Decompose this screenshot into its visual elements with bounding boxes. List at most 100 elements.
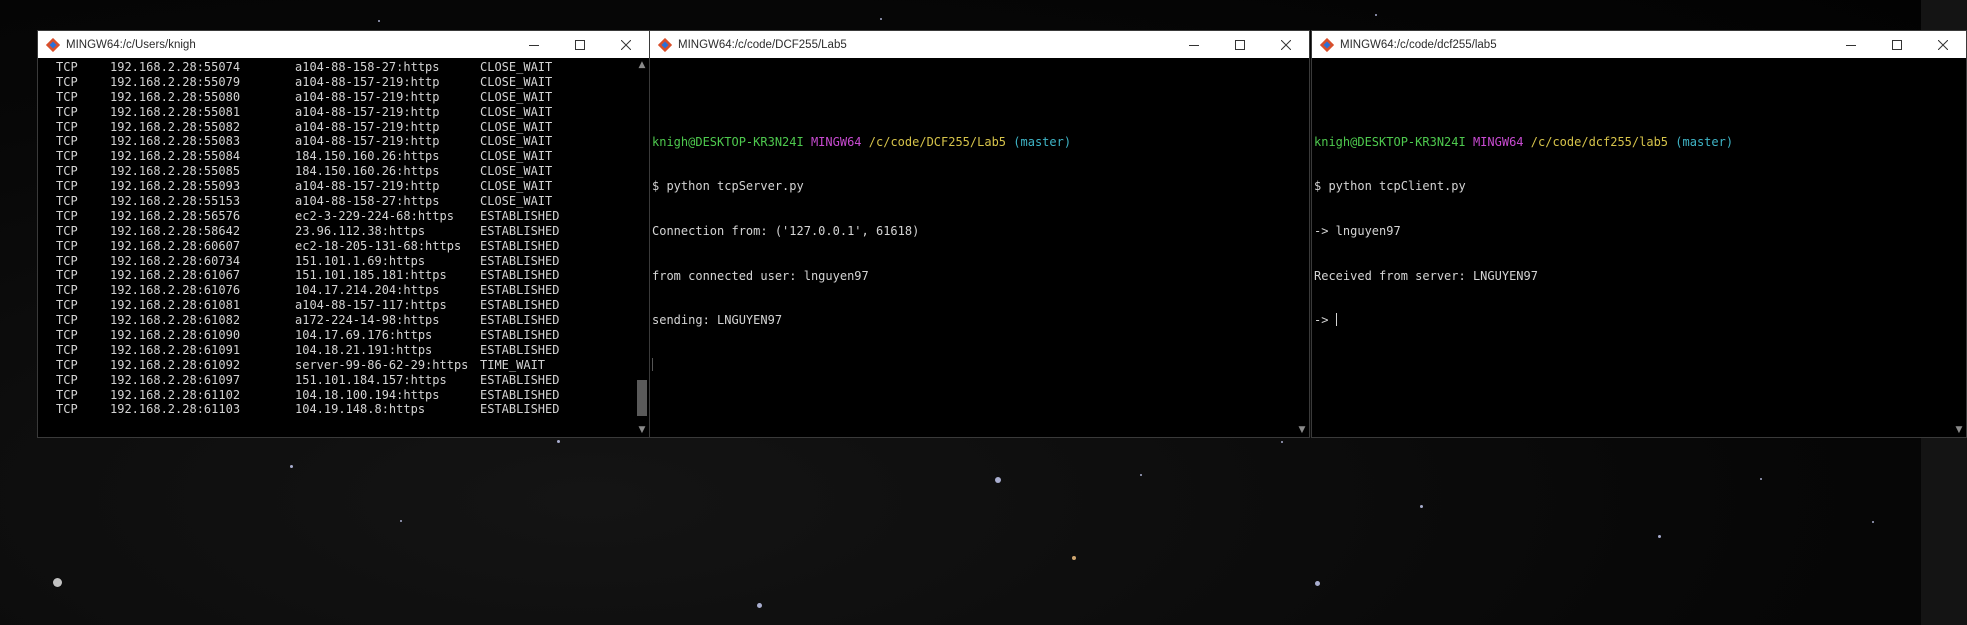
netstat-proto: TCP — [56, 283, 78, 298]
netstat-local-address: 192.168.2.28:55081 — [110, 104, 241, 119]
terminal-output[interactable]: TCP 192.168.2.28:55074 a104-88-158-27:http… — [38, 58, 635, 437]
netstat-foreign-address: a104-88-157-219:http — [295, 134, 440, 149]
netstat-row: TCP 192.168.2.28:61076 104.17.214.204:http… — [38, 283, 635, 298]
netstat-proto: TCP — [56, 402, 78, 417]
minimize-button[interactable] — [511, 31, 557, 58]
netstat-state: ESTABLISHED — [480, 372, 560, 387]
netstat-state: TIME_WAIT — [480, 357, 546, 372]
vertical-scrollbar[interactable]: ▼ — [1952, 58, 1966, 437]
netstat-proto: TCP — [56, 149, 78, 164]
netstat-row: TCP 192.168.2.28:61092 server-99-86-62-29:… — [38, 358, 635, 373]
background-star — [1375, 14, 1377, 16]
cursor-line — [652, 358, 1295, 373]
terminal-window-client[interactable]: MINGW64:/c/code/dcf255/lab5 knigh@DESKTO… — [1311, 30, 1967, 438]
netstat-state: ESTABLISHED — [480, 387, 560, 402]
netstat-state: CLOSE_WAIT — [480, 134, 553, 149]
minimize-icon — [1846, 44, 1856, 46]
background-star — [1760, 478, 1762, 480]
window-titlebar[interactable]: MINGW64:/c/code/DCF255/Lab5 — [650, 31, 1309, 58]
netstat-foreign-address: a172-224-14-98:https — [295, 313, 440, 328]
maximize-button[interactable] — [1874, 31, 1920, 58]
output-line: Connection from: ('127.0.0.1', 61618) — [652, 223, 920, 238]
netstat-state: CLOSE_WAIT — [480, 119, 553, 134]
netstat-proto: TCP — [56, 268, 78, 283]
vertical-scrollbar[interactable]: ▼ — [1295, 58, 1309, 437]
terminal-window-server[interactable]: MINGW64:/c/code/DCF255/Lab5 knigh@DESKTO… — [649, 30, 1310, 438]
prompt-branch: (master) — [1675, 134, 1734, 149]
maximize-button[interactable] — [1217, 31, 1263, 58]
close-button[interactable] — [1920, 31, 1966, 58]
netstat-proto: TCP — [56, 89, 78, 104]
scroll-down-arrow-icon[interactable]: ▼ — [1952, 423, 1966, 437]
netstat-state: ESTABLISHED — [480, 238, 560, 253]
netstat-proto: TCP — [56, 208, 78, 223]
netstat-row: TCP 192.168.2.28:61091 104.18.21.191:https… — [38, 343, 635, 358]
netstat-proto: TCP — [56, 104, 78, 119]
netstat-local-address: 192.168.2.28:55079 — [110, 74, 241, 89]
netstat-proto: TCP — [56, 60, 78, 74]
background-star — [1658, 535, 1661, 538]
netstat-foreign-address: 184.150.160.26:https — [295, 149, 440, 164]
netstat-foreign-address: ec2-3-229-224-68:https — [295, 208, 454, 223]
terminal-window-knigh[interactable]: MINGW64:/c/Users/knigh TCP 192.168.2.28:5… — [37, 30, 650, 438]
close-icon — [1938, 39, 1948, 50]
window-titlebar[interactable]: MINGW64:/c/code/dcf255/lab5 — [1312, 31, 1966, 58]
scrollbar-thumb[interactable] — [637, 380, 647, 416]
scroll-down-arrow-icon[interactable]: ▼ — [635, 423, 649, 437]
netstat-proto: TCP — [56, 387, 78, 402]
netstat-local-address: 192.168.2.28:55080 — [110, 89, 241, 104]
netstat-foreign-address: 23.96.112.38:https — [295, 223, 426, 238]
netstat-proto: TCP — [56, 238, 78, 253]
netstat-foreign-address: a104-88-157-219:http — [295, 74, 440, 89]
netstat-foreign-address: 104.18.100.194:https — [295, 387, 440, 402]
netstat-foreign-address: a104-88-157-219:http — [295, 104, 440, 119]
minimize-button[interactable] — [1828, 31, 1874, 58]
terminal-output[interactable]: knigh@DESKTOP-KR3N24I MINGW64 /c/code/DC… — [650, 58, 1295, 437]
input-line[interactable]: -> — [1314, 313, 1952, 328]
netstat-foreign-address: server-99-86-62-29:https — [295, 357, 469, 372]
netstat-state: CLOSE_WAIT — [480, 74, 553, 89]
terminal-output[interactable]: knigh@DESKTOP-KR3N24I MINGW64 /c/code/dc… — [1312, 58, 1952, 437]
maximize-icon — [575, 39, 585, 50]
scroll-down-arrow-icon[interactable]: ▼ — [1295, 423, 1309, 437]
window-title: MINGW64:/c/code/dcf255/lab5 — [1340, 38, 1497, 51]
close-icon — [1281, 39, 1291, 50]
minimize-button[interactable] — [1171, 31, 1217, 58]
netstat-foreign-address: a104-88-158-27:https — [295, 60, 440, 74]
netstat-local-address: 192.168.2.28:61082 — [110, 313, 241, 328]
netstat-proto: TCP — [56, 194, 78, 209]
netstat-local-address: 192.168.2.28:55093 — [110, 179, 241, 194]
close-button[interactable] — [603, 31, 649, 58]
prompt-shell: MINGW64 — [1472, 134, 1524, 149]
maximize-icon — [1892, 39, 1902, 50]
netstat-local-address: 192.168.2.28:60734 — [110, 253, 241, 268]
background-star — [1315, 581, 1320, 586]
netstat-foreign-address: 184.150.160.26:https — [295, 164, 440, 179]
scroll-up-arrow-icon[interactable]: ▲ — [635, 58, 649, 72]
netstat-foreign-address: 104.19.148.8:https — [295, 402, 426, 417]
close-button[interactable] — [1263, 31, 1309, 58]
background-star — [557, 440, 560, 443]
background-star — [1140, 474, 1142, 476]
netstat-state: ESTABLISHED — [480, 313, 560, 328]
netstat-state: CLOSE_WAIT — [480, 194, 553, 209]
maximize-button[interactable] — [557, 31, 603, 58]
netstat-proto: TCP — [56, 179, 78, 194]
netstat-row: TCP 192.168.2.28:56576 ec2-3-229-224-68:ht… — [38, 209, 635, 224]
netstat-state: ESTABLISHED — [480, 223, 560, 238]
netstat-state: CLOSE_WAIT — [480, 60, 553, 74]
window-titlebar[interactable]: MINGW64:/c/Users/knigh — [38, 31, 649, 58]
git-bash-icon — [1320, 37, 1334, 52]
netstat-state: CLOSE_WAIT — [480, 149, 553, 164]
minimize-icon — [529, 44, 539, 46]
netstat-row: TCP 192.168.2.28:60734 151.101.1.69:https E… — [38, 254, 635, 269]
netstat-state: ESTABLISHED — [480, 208, 560, 223]
netstat-row: TCP 192.168.2.28:55153 a104-88-158-27:http… — [38, 194, 635, 209]
netstat-local-address: 192.168.2.28:61081 — [110, 298, 241, 313]
netstat-row: TCP 192.168.2.28:55093 a104-88-157-219:htt… — [38, 179, 635, 194]
output-line: Received from server: LNGUYEN97 — [1314, 268, 1538, 283]
background-star — [400, 520, 402, 522]
netstat-row: TCP 192.168.2.28:60607 ec2-18-205-131-68:h… — [38, 239, 635, 254]
vertical-scrollbar[interactable]: ▲ ▼ — [635, 58, 649, 437]
netstat-row: TCP 192.168.2.28:61067 151.101.185.181:htt… — [38, 268, 635, 283]
